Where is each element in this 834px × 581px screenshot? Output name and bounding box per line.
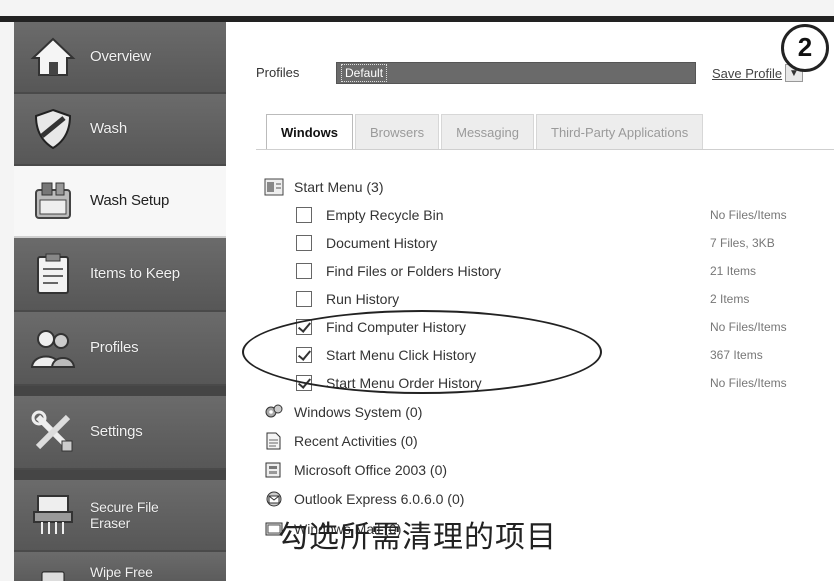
- tree-group-microsoft-office[interactable]: Microsoft Office 2003 (0): [264, 459, 447, 481]
- tab-divider: [256, 149, 834, 150]
- sidebar-separator: [14, 386, 226, 396]
- tree-item-label: Find Files or Folders History: [326, 263, 502, 279]
- profile-select[interactable]: Default ▼: [336, 62, 803, 84]
- profile-selected-value: Default: [341, 64, 388, 82]
- tree-group-start-menu[interactable]: Start Menu (3): [264, 176, 383, 198]
- sidebar-item-wipe-free[interactable]: Wipe Free: [14, 552, 226, 581]
- sidebar-item-label: Wipe Free: [90, 564, 153, 580]
- wash-setup-icon: [35, 182, 71, 219]
- checkbox[interactable]: [296, 291, 312, 307]
- tab-third-party-applications[interactable]: Third-Party Applications: [536, 114, 704, 150]
- tree-item-label: Run History: [326, 291, 400, 307]
- tab-windows[interactable]: Windows: [266, 114, 353, 150]
- item-info: 21 Items: [710, 264, 757, 278]
- tab-bar: Windows Browsers Messaging Third-Party A…: [266, 114, 705, 150]
- tools-icon: [31, 410, 73, 452]
- checkbox[interactable]: [296, 235, 312, 251]
- sidebar-item-label: Wash Setup: [90, 192, 170, 210]
- sidebar-item-items-to-keep[interactable]: Items to Keep: [14, 238, 226, 312]
- disk-icon: [41, 571, 65, 581]
- sidebar-item-label: Overview: [90, 48, 151, 66]
- item-info: No Files/Items: [710, 208, 787, 222]
- sidebar-item-label: Profiles: [90, 339, 139, 357]
- users-icon: [30, 330, 76, 368]
- tree-group-label: Outlook Express 6.0.6.0 (0): [294, 491, 465, 507]
- main-panel: Profiles Default ▼ Save Profile 2 Window…: [226, 22, 834, 581]
- checkbox[interactable]: [296, 263, 312, 279]
- office-icon: [265, 462, 281, 478]
- tree-item-label: Document History: [326, 235, 438, 251]
- outlook-icon: [266, 491, 282, 507]
- sidebar-item-wash[interactable]: Wash: [14, 94, 226, 166]
- sidebar: Overview Wash Wash Setup Items to Keep P…: [14, 22, 226, 581]
- home-icon: [30, 37, 76, 76]
- tree-item-label: Empty Recycle Bin: [326, 207, 444, 223]
- caption-text: 勾选所需清理的项目: [278, 520, 557, 555]
- sidebar-item-overview[interactable]: Overview: [14, 22, 226, 94]
- item-info: No Files/Items: [710, 320, 787, 334]
- tree-item[interactable]: Run History: [296, 288, 399, 310]
- sidebar-separator: [14, 470, 226, 480]
- tree-group-label: Recent Activities (0): [294, 433, 418, 449]
- sidebar-item-label: Settings: [90, 423, 143, 441]
- tree-item[interactable]: Empty Recycle Bin: [296, 204, 443, 226]
- shield-icon: [34, 108, 72, 150]
- item-info: 367 Items: [710, 348, 763, 362]
- step-number-badge: 2: [781, 24, 829, 72]
- tree-item[interactable]: Document History: [296, 232, 437, 254]
- tree-group-label: Windows System (0): [294, 404, 423, 420]
- save-profile-link[interactable]: Save Profile: [712, 66, 782, 81]
- start-menu-icon: [264, 178, 284, 196]
- sidebar-item-label: Items to Keep: [90, 265, 180, 283]
- sidebar-item-profiles[interactable]: Profiles: [14, 312, 226, 386]
- item-info: No Files/Items: [710, 376, 787, 390]
- sidebar-item-label: Secure File Eraser: [90, 498, 159, 531]
- tree-group-recent-activities[interactable]: Recent Activities (0): [264, 430, 418, 452]
- item-info: 2 Items: [710, 292, 750, 306]
- tree-group-outlook-express[interactable]: Outlook Express 6.0.6.0 (0): [264, 488, 464, 510]
- item-info: 7 Files, 3KB: [710, 236, 775, 250]
- tab-messaging[interactable]: Messaging: [441, 114, 534, 150]
- clipboard-icon: [37, 253, 69, 294]
- tree-group-label: Start Menu (3): [294, 179, 384, 195]
- shredder-icon: [33, 495, 73, 534]
- tree-group-label: Microsoft Office 2003 (0): [294, 462, 448, 478]
- sidebar-item-label: Wash: [90, 120, 127, 138]
- highlight-ellipse: [242, 310, 602, 394]
- profile-label: Profiles: [256, 65, 300, 80]
- tree-group-windows-system[interactable]: Windows System (0): [264, 401, 422, 423]
- tab-browsers[interactable]: Browsers: [354, 114, 440, 150]
- sidebar-item-wash-setup[interactable]: Wash Setup: [14, 166, 226, 238]
- checkbox[interactable]: [296, 207, 312, 223]
- sidebar-item-secure-file-eraser[interactable]: Secure File Eraser: [14, 480, 226, 552]
- tree-item[interactable]: Find Files or Folders History: [296, 260, 501, 282]
- gear-icon: [265, 404, 283, 418]
- document-icon: [266, 432, 281, 450]
- sidebar-item-settings[interactable]: Settings: [14, 396, 226, 470]
